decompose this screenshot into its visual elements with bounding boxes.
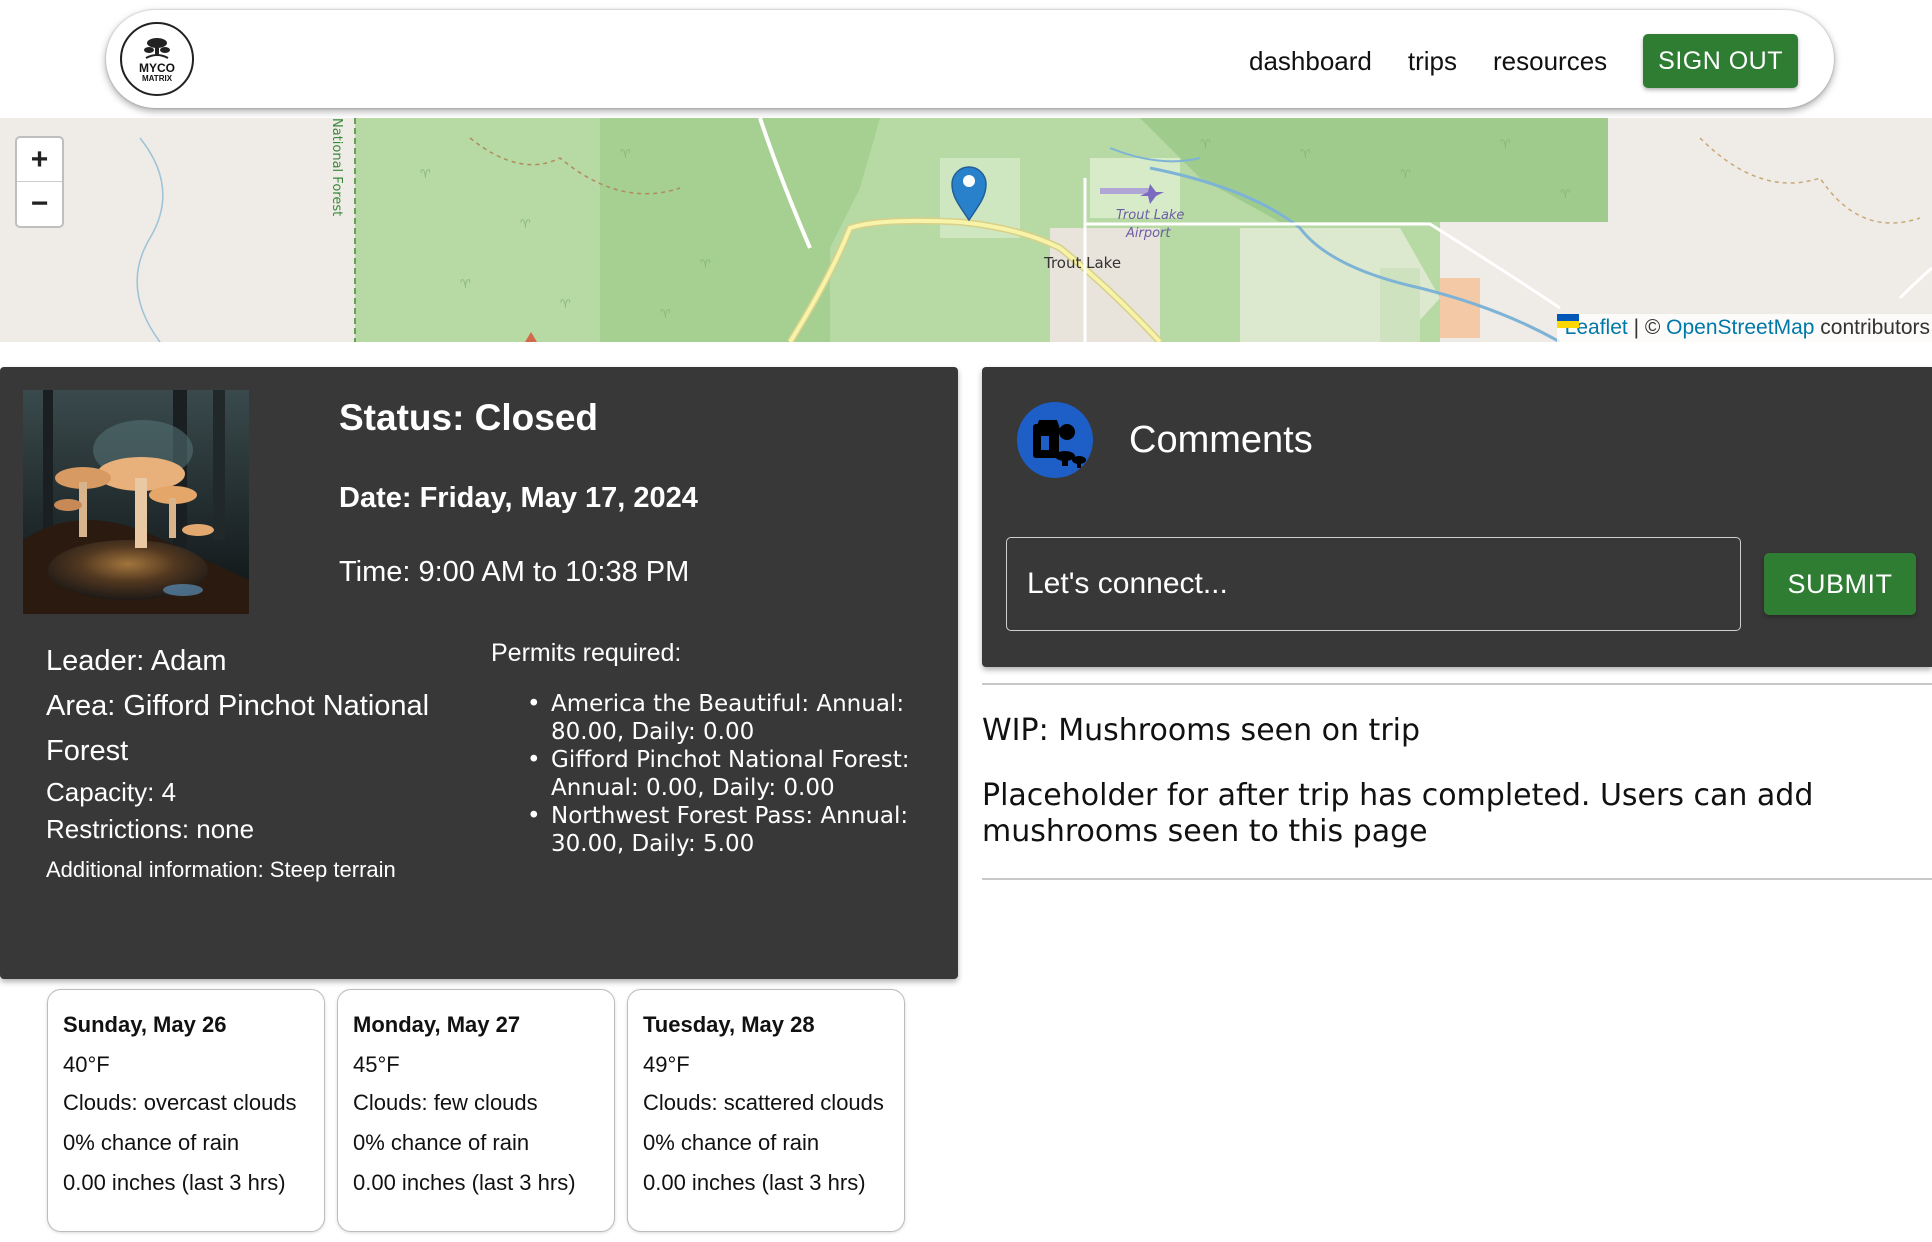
weather-day: Sunday, May 26 — [63, 1012, 227, 1037]
zoom-control: + − — [15, 136, 64, 228]
permit-item: America the Beautiful: Annual: 80.00, Da… — [491, 690, 931, 746]
map-label-airport-1: Trout Lake — [1116, 208, 1184, 223]
weather-rain-amount: 0.00 inches (last 3 hrs) — [643, 1170, 866, 1195]
trip-leader: Leader: Adam — [46, 645, 227, 677]
trip-capacity: Capacity: 4 — [46, 777, 177, 807]
weather-clouds: Clouds: few clouds — [353, 1090, 538, 1115]
attribution-contributors: contributors — [1814, 316, 1930, 339]
logo-text: MYCO — [139, 60, 175, 75]
weather-day: Monday, May 27 — [353, 1012, 521, 1037]
svg-text:♈: ♈ — [1200, 137, 1211, 151]
user-avatar — [1017, 402, 1093, 478]
weather-rain-chance: 0% chance of rain — [63, 1130, 240, 1155]
divider — [982, 878, 1932, 880]
svg-text:♈: ♈ — [700, 257, 711, 271]
logo-subtext: MATRIX — [141, 73, 173, 83]
zoom-out-button[interactable]: − — [17, 182, 62, 226]
weather-day: Tuesday, May 28 — [643, 1012, 815, 1037]
trip-area-line1: Area: Gifford Pinchot National — [46, 690, 430, 722]
top-navbar: MYCO MATRIX dashboard trips resources SI… — [106, 10, 1834, 108]
svg-text:♈: ♈ — [460, 277, 471, 291]
svg-text:♈: ♈ — [660, 307, 671, 321]
weather-forecast: Sunday, May 26 40°F Clouds: overcast clo… — [47, 989, 917, 1232]
zoom-in-button[interactable]: + — [17, 138, 62, 182]
weather-temp: 45°F — [353, 1052, 400, 1077]
comments-title: Comments — [1129, 419, 1313, 461]
trip-details-card: Status: Closed Date: Friday, May 17, 202… — [0, 367, 958, 979]
map-label-airport-2: Airport — [1125, 226, 1171, 241]
svg-text:♈: ♈ — [620, 147, 631, 161]
weather-rain-chance: 0% chance of rain — [643, 1130, 820, 1155]
weather-rain-amount: 0.00 inches (last 3 hrs) — [63, 1170, 286, 1195]
weather-clouds: Clouds: scattered clouds — [643, 1090, 884, 1115]
nav-link-dashboard[interactable]: dashboard — [1249, 46, 1372, 77]
nav-link-trips[interactable]: trips — [1408, 46, 1457, 77]
map-label-trout-lake: Trout Lake — [1043, 254, 1121, 272]
svg-text:♈: ♈ — [1560, 187, 1571, 201]
comments-card: Comments Let's connect... SUBMIT — [982, 367, 1932, 667]
trip-status: Status: Closed — [339, 397, 599, 438]
weather-clouds: Clouds: overcast clouds — [63, 1090, 297, 1115]
svg-text:♈: ♈ — [1400, 167, 1411, 181]
svg-text:♈: ♈ — [1500, 137, 1511, 151]
mushroom-avatar-icon — [1033, 420, 1086, 468]
weather-rain-chance: 0% chance of rain — [353, 1130, 530, 1155]
submit-comment-button[interactable]: SUBMIT — [1764, 553, 1916, 615]
mushrooms-placeholder: Placeholder for after trip has completed… — [982, 778, 1814, 849]
trip-info: Leader: Adam Area: Gifford Pinchot Natio… — [46, 639, 466, 890]
weather-card: Sunday, May 26 40°F Clouds: overcast clo… — [47, 989, 325, 1232]
trip-restrictions: Restrictions: none — [46, 814, 255, 844]
map-tiles[interactable]: ♈ ♈ ♈ ♈ ♈ ♈ ♈ ♈ ♈ ♈ ♈ ♈ National Forest Trout La… — [0, 118, 1932, 342]
openstreetmap-link[interactable]: OpenStreetMap — [1666, 316, 1814, 340]
permits-title: Permits required: — [491, 639, 682, 667]
trip-additional-info: Additional information: Steep terrain — [46, 857, 396, 882]
permit-item: Gifford Pinchot National Forest: Annual:… — [491, 746, 931, 802]
weather-temp: 49°F — [643, 1052, 690, 1077]
ukraine-flag-icon — [1556, 314, 1579, 328]
svg-text:♈: ♈ — [1300, 147, 1311, 161]
weather-rain-amount: 0.00 inches (last 3 hrs) — [353, 1170, 576, 1195]
trip-mushroom-image — [23, 390, 249, 614]
map-label-national-forest: National Forest — [329, 118, 344, 216]
comment-input[interactable]: Let's connect... — [1006, 537, 1741, 631]
trip-map[interactable]: ♈ ♈ ♈ ♈ ♈ ♈ ♈ ♈ ♈ ♈ ♈ ♈ National Forest Trout La… — [0, 118, 1932, 342]
svg-text:♈: ♈ — [560, 297, 571, 311]
sign-out-button[interactable]: SIGN OUT — [1643, 34, 1798, 88]
weather-temp: 40°F — [63, 1052, 110, 1077]
permit-item: Northwest Forest Pass: Annual: 30.00, Da… — [491, 802, 931, 858]
trip-time: Time: 9:00 AM to 10:38 PM — [339, 556, 690, 588]
mushrooms-heading: WIP: Mushrooms seen on trip — [982, 713, 1421, 748]
map-attribution: Leaflet | © OpenStreetMap contributors — [1556, 314, 1932, 342]
permits-section: Permits required: America the Beautiful:… — [491, 639, 931, 858]
myco-matrix-logo[interactable]: MYCO MATRIX — [120, 22, 194, 96]
trip-area-line2: Forest — [46, 735, 129, 767]
weather-card: Tuesday, May 28 49°F Clouds: scattered c… — [627, 989, 905, 1232]
mushroom-logo-icon — [144, 37, 170, 59]
svg-text:♈: ♈ — [420, 167, 431, 181]
nav-link-resources[interactable]: resources — [1493, 46, 1607, 77]
svg-text:♈: ♈ — [520, 217, 531, 231]
weather-card: Monday, May 27 45°F Clouds: few clouds 0… — [337, 989, 615, 1232]
trip-date: Date: Friday, May 17, 2024 — [339, 482, 698, 514]
permits-list: America the Beautiful: Annual: 80.00, Da… — [491, 690, 931, 858]
divider — [982, 683, 1932, 685]
attribution-separator: | © — [1627, 316, 1667, 339]
